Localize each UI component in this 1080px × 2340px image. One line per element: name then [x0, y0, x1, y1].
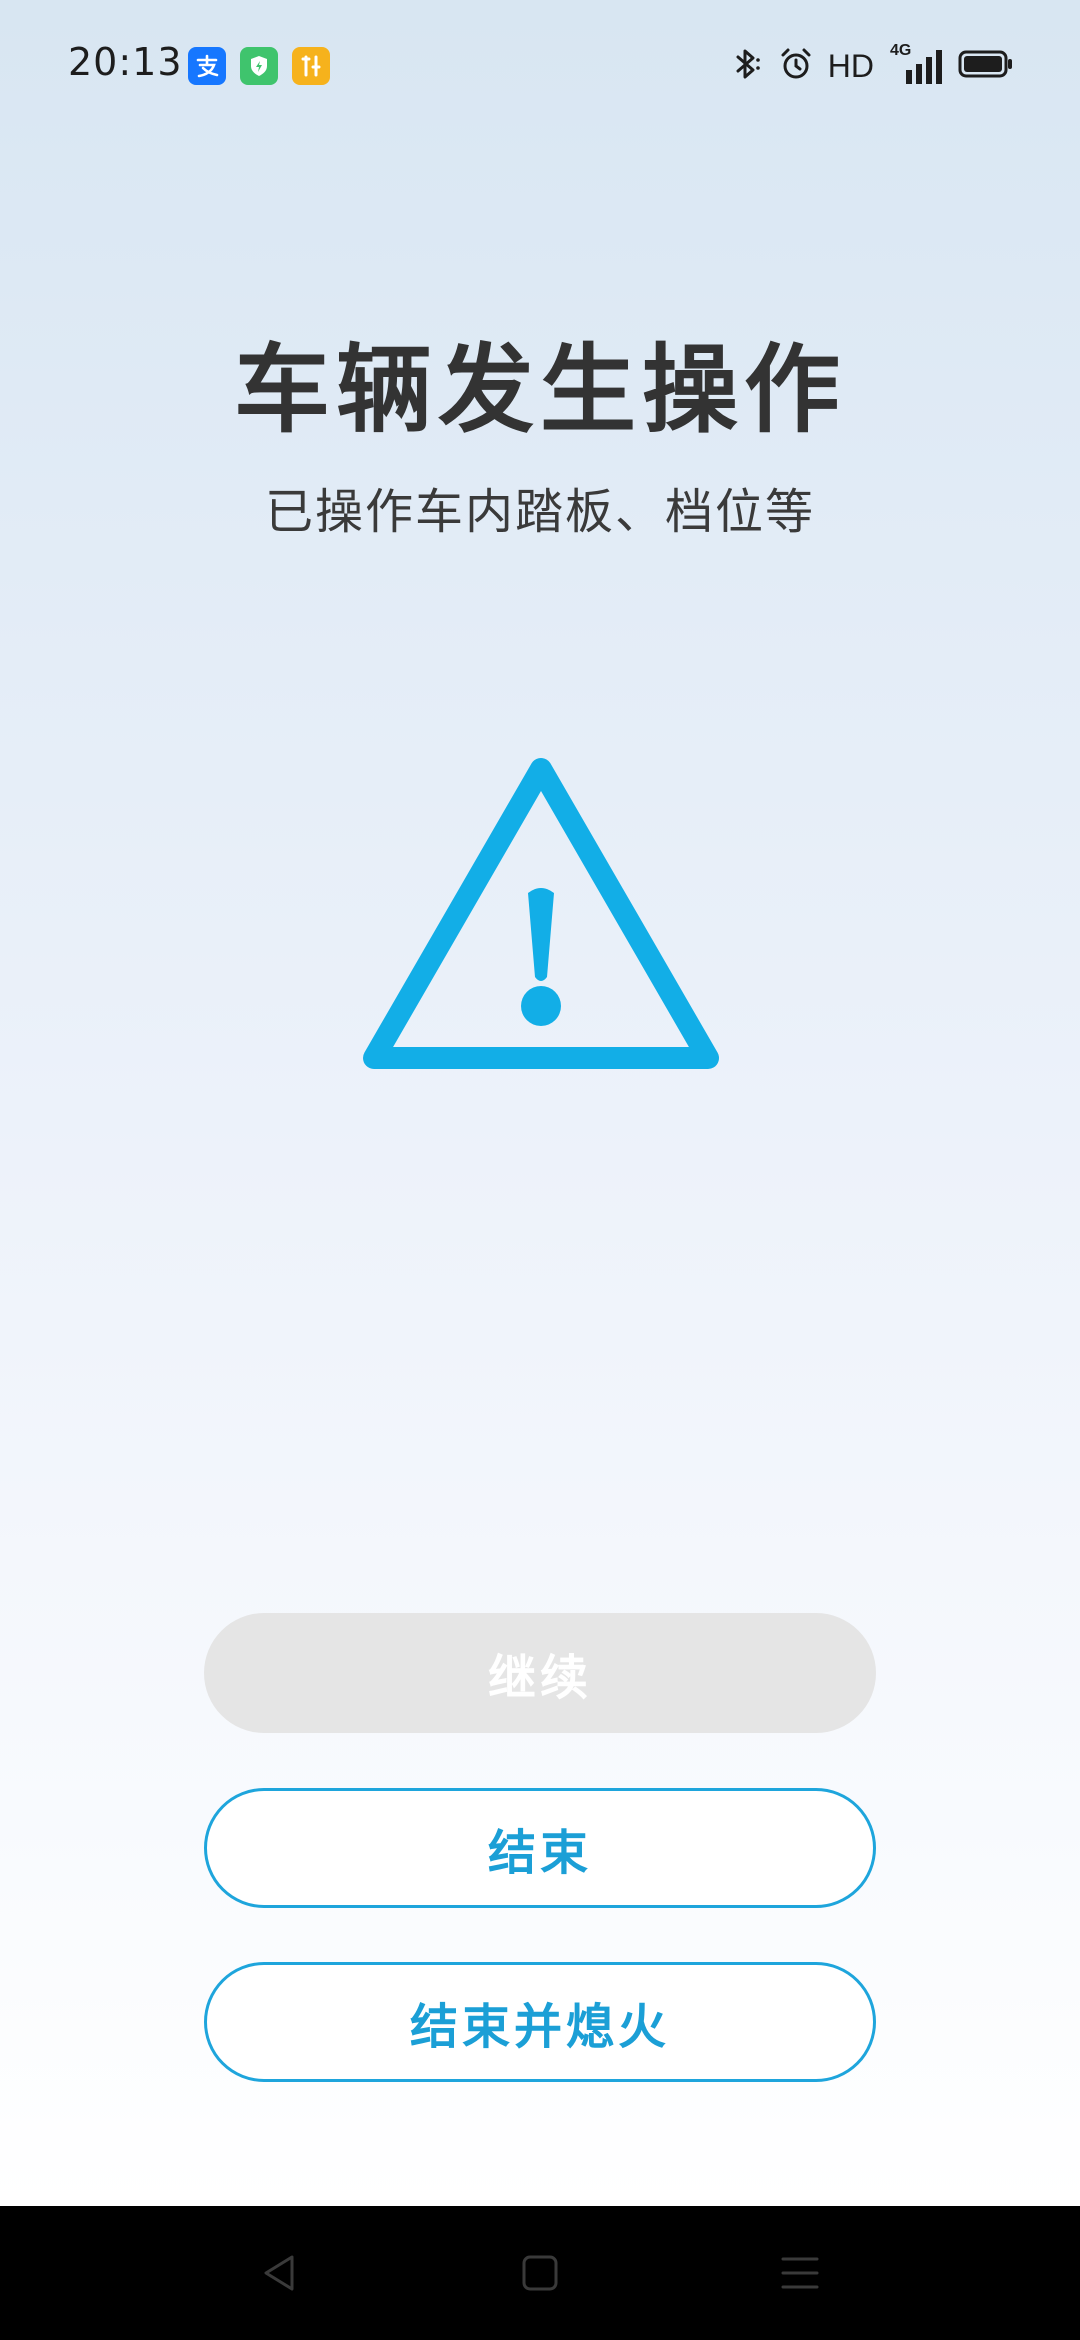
end-button-label: 结束 — [487, 1825, 592, 1881]
menu-icon[interactable] — [770, 2243, 830, 2303]
alipay-icon — [188, 47, 226, 85]
end-and-turn-off-button-label: 结束并熄火 — [409, 1999, 670, 2055]
continue-button[interactable]: 继续 — [204, 1613, 876, 1733]
status-time: 20:13 — [68, 40, 183, 84]
end-and-turn-off-button[interactable]: 结束并熄火 — [204, 1962, 876, 2082]
bluetooth-icon — [728, 46, 764, 86]
battery-icon — [958, 48, 1014, 84]
signal-icon: 4G — [888, 42, 944, 86]
end-button[interactable]: 结束 — [204, 1788, 876, 1908]
page-title: 车辆发生操作 — [234, 334, 846, 446]
status-bar: 20:13 HD 4G — [0, 0, 1080, 132]
home-icon[interactable] — [510, 2243, 570, 2303]
page-subtitle: 已操作车内踏板、档位等 — [264, 484, 815, 540]
warning-triangle-icon — [360, 755, 722, 1080]
hd-label: HD — [827, 47, 874, 84]
security-shield-icon — [240, 47, 278, 85]
continue-button-label: 继续 — [487, 1650, 592, 1706]
tools-icon — [292, 47, 330, 85]
screen: 20:13 HD 4G 车辆发生操作 已操作车内踏板、档位等 继续 结束 结束并… — [0, 0, 1080, 2340]
app-content: 20:13 HD 4G 车辆发生操作 已操作车内踏板、档位等 继续 结束 结束并… — [0, 0, 1080, 2206]
alarm-icon — [778, 46, 814, 86]
navigation-bar — [0, 2206, 1080, 2340]
back-icon[interactable] — [250, 2243, 310, 2303]
status-right-group: HD 4G — [728, 42, 1014, 88]
